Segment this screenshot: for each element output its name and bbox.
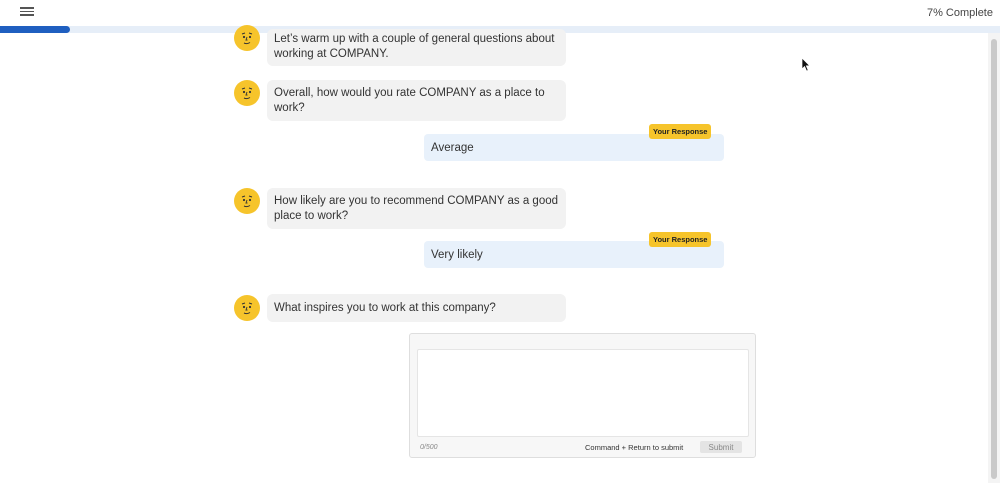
progress-label: 7% Complete [926,7,993,19]
submit-button[interactable]: Submit [700,441,742,453]
scrollbar-thumb[interactable] [991,39,997,479]
character-counter: 0/500 [420,444,438,451]
bot-avatar-icon [234,80,260,106]
top-bar: 7% Complete [0,0,1000,26]
answer-panel: 0/500 Command + Return to submit Submit [409,333,756,458]
bot-message: How likely are you to recommend COMPANY … [267,188,566,229]
hamburger-menu-icon[interactable] [20,5,34,19]
your-response-badge: Your Response [649,124,712,139]
your-response-badge: Your Response [649,232,712,247]
scrollbar[interactable] [988,33,1000,483]
answer-textarea[interactable] [417,349,749,437]
progress-bar-fill [0,26,70,33]
submit-hint: Command + Return to submit [585,443,684,452]
bot-message: What inspires you to work at this compan… [267,294,566,322]
bot-message: Let’s warm up with a couple of general q… [267,29,566,66]
bot-message: Overall, how would you rate COMPANY as a… [267,80,566,121]
bot-avatar-icon [234,25,260,51]
mouse-cursor-icon [801,57,811,72]
bot-avatar-icon [234,295,260,321]
bot-avatar-icon [234,188,260,214]
